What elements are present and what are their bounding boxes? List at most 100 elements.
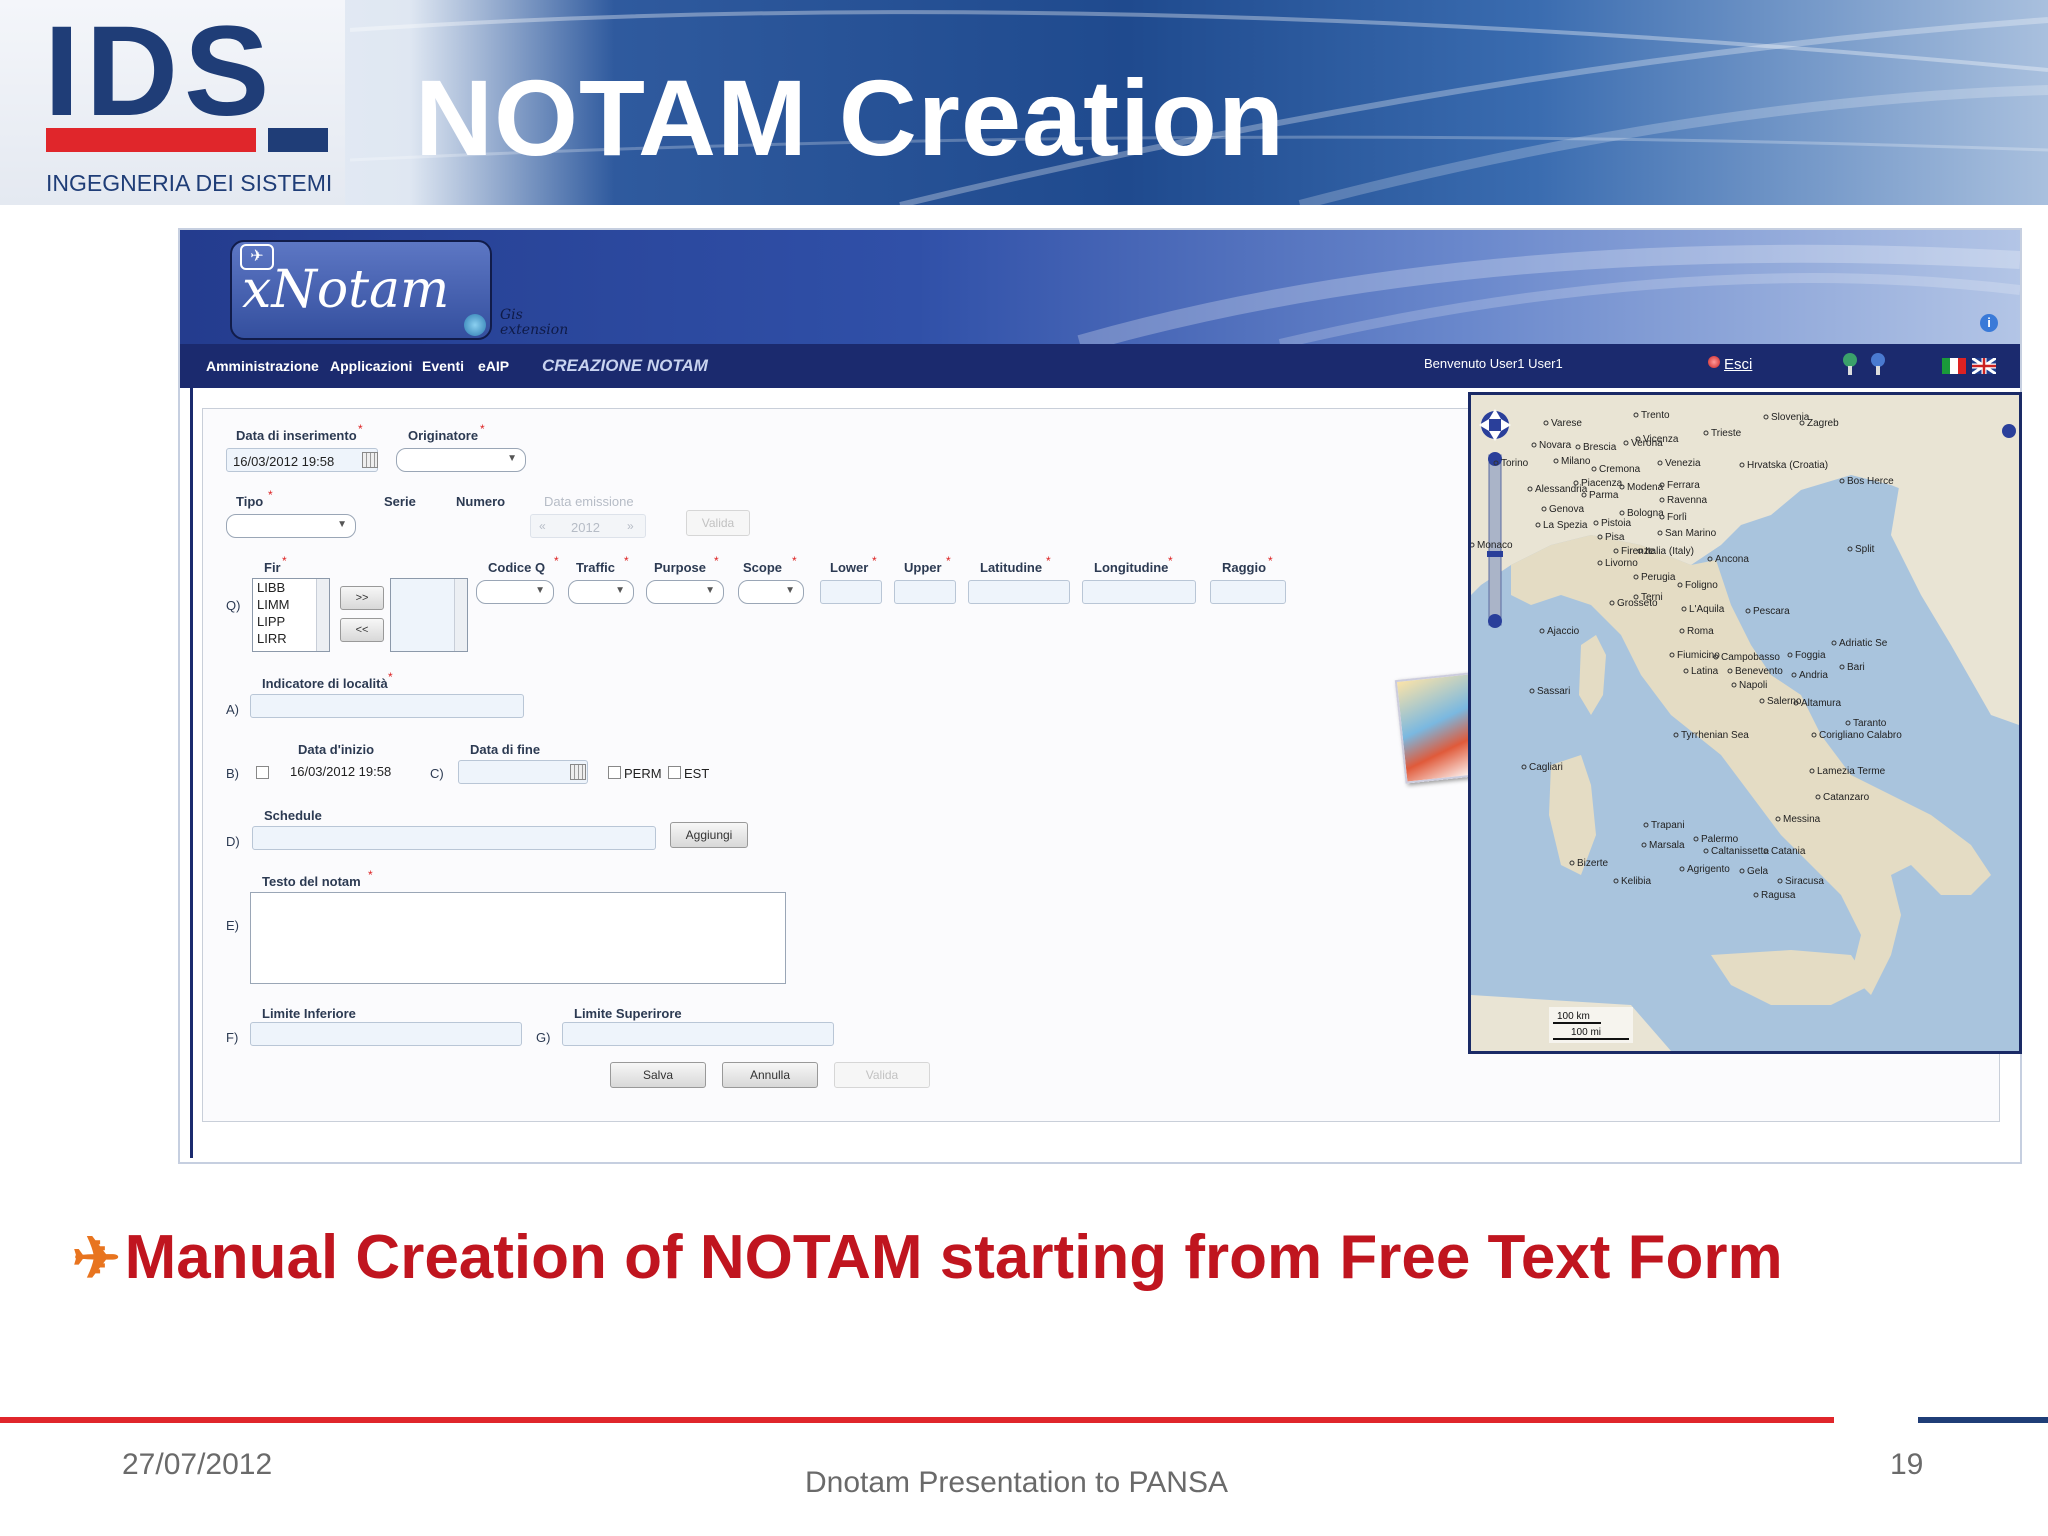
uk-flag-icon[interactable] — [1972, 358, 1996, 374]
chevron-down-icon: ▼ — [705, 585, 715, 596]
limite-sup-field[interactable] — [562, 1022, 834, 1046]
year-prev-icon[interactable]: « — [539, 519, 546, 533]
zoom-out-icon — [1488, 614, 1502, 628]
map-label: Andria — [1799, 670, 1828, 681]
menu-item-eaip[interactable]: eAIP — [478, 358, 509, 374]
raggio-field[interactable] — [1210, 580, 1286, 604]
required-mark: * — [946, 554, 951, 568]
menu-item-eventi[interactable]: Eventi — [422, 358, 464, 374]
est-checkbox[interactable] — [668, 766, 681, 779]
map-label: Catania — [1771, 846, 1806, 857]
fir-list-scrollbar[interactable] — [316, 579, 329, 651]
logout-icon[interactable] — [1708, 356, 1720, 368]
gis-extension-label: Gis extension — [500, 307, 569, 338]
map-label: Cagliari — [1529, 762, 1563, 773]
data-inizio-checkbox[interactable] — [256, 766, 269, 779]
chevron-down-icon: ▼ — [507, 453, 517, 464]
required-mark: * — [714, 554, 719, 568]
required-mark: * — [358, 422, 363, 436]
scope-select[interactable]: ▼ — [738, 580, 804, 604]
perm-checkbox[interactable] — [608, 766, 621, 779]
map-label: Ravenna — [1667, 495, 1707, 506]
latitudine-label: Latitudine — [980, 560, 1043, 575]
map-label: Trapani — [1651, 820, 1685, 831]
palm-icon[interactable] — [1868, 352, 1888, 376]
map-label: Gela — [1747, 866, 1769, 877]
logout-link[interactable]: Esci — [1724, 356, 1752, 373]
map-label: Altamura — [1801, 698, 1841, 709]
traffic-select[interactable]: ▼ — [568, 580, 634, 604]
map-label: Lamezia Terme — [1817, 766, 1886, 777]
schedule-field[interactable] — [252, 826, 656, 850]
schedule-label: Schedule — [264, 808, 322, 823]
map-label: Varese — [1551, 418, 1582, 429]
italian-flag-icon[interactable] — [1942, 358, 1966, 374]
fir-selected-scrollbar[interactable] — [454, 579, 467, 651]
map-label: La Spezia — [1543, 520, 1588, 531]
tree-icon[interactable] — [1840, 352, 1860, 376]
scale-km: 100 km — [1557, 1011, 1590, 1022]
map-label: Slovenia — [1771, 412, 1810, 423]
fir-selected-list[interactable] — [390, 578, 468, 652]
valida-bottom-button[interactable]: Valida — [834, 1062, 930, 1088]
indicatore-label: Indicatore di località — [262, 676, 388, 691]
footer-navy-bar — [1918, 1417, 2048, 1423]
current-page-title: CREAZIONE NOTAM — [542, 356, 708, 375]
move-right-button[interactable]: >> — [340, 586, 384, 610]
data-fine-field[interactable] — [458, 760, 588, 784]
slide-title: NOTAM Creation — [415, 57, 1285, 178]
required-mark: * — [792, 554, 797, 568]
map-label: Cremona — [1599, 464, 1641, 475]
menu-item-amministrazione[interactable]: Amministrazione — [206, 358, 319, 374]
map-label: Bos Herce — [1847, 476, 1894, 487]
move-left-button[interactable]: << — [340, 618, 384, 642]
map-view[interactable]: 100 km 100 mi Trento Varese Verona Zagreb Tr… — [1468, 392, 2022, 1054]
fir-list[interactable]: LIBB LIMM LIPP LIRR — [252, 578, 330, 652]
map-label: Piacenza — [1581, 478, 1623, 489]
row-c-label: C) — [430, 766, 444, 781]
annulla-button[interactable]: Annulla — [722, 1062, 818, 1088]
aggiungi-button[interactable]: Aggiungi — [670, 822, 748, 848]
originatore-select[interactable]: ▼ — [396, 448, 526, 472]
valida-top-button[interactable]: Valida — [686, 510, 750, 536]
tipo-select[interactable]: ▼ — [226, 514, 356, 538]
codice-q-label: Codice Q — [488, 560, 546, 575]
map-label: Adriatic Se — [1839, 638, 1888, 649]
footer-presentation-title: Dnotam Presentation to PANSA — [805, 1466, 1228, 1499]
map-label: Corigliano Calabro — [1819, 730, 1902, 741]
limite-inf-field[interactable] — [250, 1022, 522, 1046]
footer-red-bar — [0, 1417, 1834, 1423]
menu-item-applicazioni[interactable]: Applicazioni — [330, 358, 412, 374]
ids-logo-red-bar — [46, 128, 256, 152]
purpose-select[interactable]: ▼ — [646, 580, 724, 604]
zoom-slider-handle — [1487, 551, 1503, 557]
data-inserimento-value: 16/03/2012 19:58 — [233, 454, 335, 469]
data-inizio-value: 16/03/2012 19:58 — [290, 764, 392, 779]
map-label: Tyrrhenian Sea — [1681, 730, 1749, 741]
year-next-icon[interactable]: » — [627, 519, 634, 533]
salva-button[interactable]: Salva — [610, 1062, 706, 1088]
map-label: Ancona — [1715, 554, 1749, 565]
calendar-icon[interactable] — [570, 764, 586, 780]
testo-textarea[interactable] — [250, 892, 786, 984]
map-label: Vicenza — [1643, 434, 1679, 445]
longitudine-field[interactable] — [1082, 580, 1196, 604]
calendar-icon[interactable] — [362, 452, 378, 468]
indicatore-field[interactable] — [250, 694, 524, 718]
codice-q-select[interactable]: ▼ — [476, 580, 554, 604]
required-mark: * — [1168, 554, 1173, 568]
scope-label: Scope — [743, 560, 783, 575]
data-emissione-field[interactable]: « 2012 » — [530, 514, 646, 538]
upper-field[interactable] — [894, 580, 956, 604]
info-icon[interactable]: i — [1980, 314, 1998, 332]
chevron-down-icon: ▼ — [337, 519, 347, 530]
map-label: Bologna — [1627, 508, 1664, 519]
map-label: Milano — [1561, 456, 1591, 467]
map-canvas[interactable]: 100 km 100 mi TrentoVareseVeronaZagrebTr… — [1471, 395, 2019, 1051]
lower-field[interactable] — [820, 580, 882, 604]
ids-logo-letters: IDS — [44, 0, 276, 143]
form-left-border — [190, 388, 193, 1158]
latitudine-field[interactable] — [968, 580, 1070, 604]
fir-label: Fir — [264, 560, 281, 575]
data-inserimento-field[interactable]: 16/03/2012 19:58 — [226, 448, 378, 472]
